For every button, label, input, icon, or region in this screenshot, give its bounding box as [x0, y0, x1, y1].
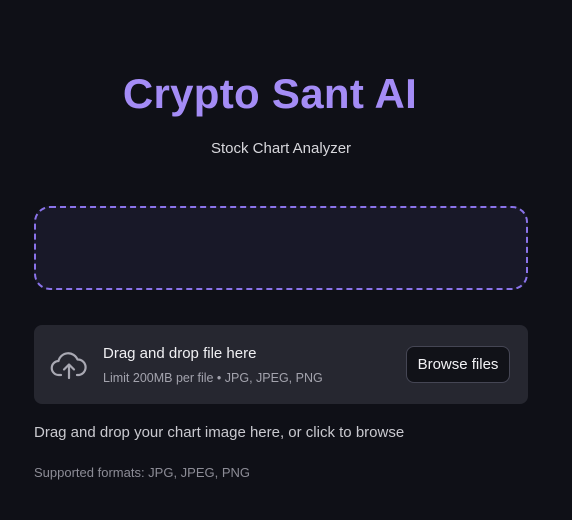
chart-drop-zone[interactable]	[34, 206, 528, 290]
file-uploader[interactable]: Drag and drop file here Limit 200MB per …	[34, 325, 528, 404]
uploader-limit: Limit 200MB per file • JPG, JPEG, PNG	[103, 371, 323, 385]
app-title: Crypto Sant AI	[122, 70, 418, 117]
app-subtitle: Stock Chart Analyzer	[210, 140, 352, 157]
upload-instructions: Drag and drop your chart image here, or …	[34, 424, 405, 441]
supported-formats: Supported formats: JPG, JPEG, PNG	[34, 465, 251, 480]
uploader-text: Drag and drop file here Limit 200MB per …	[103, 344, 323, 386]
browse-files-button[interactable]: Browse files	[406, 346, 510, 383]
cloud-upload-icon	[50, 349, 88, 381]
uploader-title: Drag and drop file here	[103, 345, 257, 362]
